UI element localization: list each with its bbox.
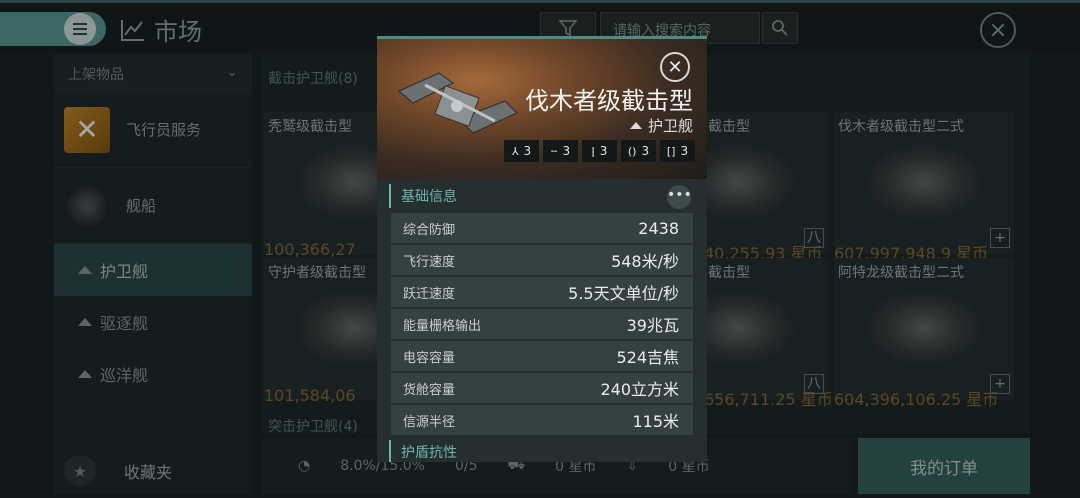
turret-icon: ⅄ 3 [504,140,539,162]
stat-label: 电容容量 [403,350,456,366]
ship-detail-modal: ✕ 伐木者级截击型 护卫舰 ⅄ 3 ╌ 3 ǀ3 () 3 [] 3 基础信息 ••• … [377,36,707,462]
slot-count: 3 [562,144,571,158]
stat-label: 信源半径 [403,414,456,430]
ship-class: 护卫舰 [629,115,693,136]
low-slot-icon: [] 3 [660,140,695,162]
stat-label: 能量栅格输出 [403,318,482,334]
mid-slot-icon: () 3 [621,140,656,162]
stat-value: 2438 [638,218,679,238]
more-options-icon[interactable]: ••• [667,185,692,209]
stat-value: 5.5天文单位/秒 [568,284,679,303]
slot-count: 3 [523,144,532,158]
stat-row: 电容容量 524吉焦 [391,341,693,371]
stats-list: 综合防御 2438 飞行速度 548米/秒 跃迁速度 5.5天文单位/秒 能量栅格输出… [391,213,693,437]
slot-count: 3 [599,144,608,158]
stat-row: 能量栅格输出 39兆瓦 [391,309,693,339]
section-shield-resistance: 护盾抗性 [389,440,457,462]
stat-label: 货舱容量 [403,382,456,398]
close-icon[interactable]: ✕ [660,52,690,82]
ship-class-label: 护卫舰 [647,117,693,135]
stat-value: 115米 [632,412,679,431]
stat-label: 跃迁速度 [403,286,456,302]
stat-label: 飞行速度 [403,254,456,270]
ship-render-image [398,72,518,134]
frigate-class-icon [629,122,642,129]
stat-value: 39兆瓦 [626,316,679,335]
high-slot-icon: ǀ3 [582,140,617,162]
slot-count: 3 [680,144,689,158]
fitting-slots: ⅄ 3 ╌ 3 ǀ3 () 3 [] 3 [504,140,695,162]
launcher-icon: ╌ 3 [543,140,578,162]
ship-hero-banner: ✕ 伐木者级截击型 护卫舰 ⅄ 3 ╌ 3 ǀ3 () 3 [] 3 [377,39,707,179]
stat-row: 综合防御 2438 [391,213,693,243]
stat-row: 跃迁速度 5.5天文单位/秒 [391,277,693,307]
stat-row: 信源半径 115米 [391,405,693,435]
stat-value: 240立方米 [600,380,679,399]
stat-label: 综合防御 [403,222,456,238]
slot-count: 3 [641,144,650,158]
ship-name: 伐木者级截击型 [525,87,693,115]
stat-row: 飞行速度 548米/秒 [391,245,693,275]
section-basic-info: 基础信息 [389,184,457,208]
stat-row: 货舱容量 240立方米 [391,373,693,403]
stat-value: 548米/秒 [611,252,679,271]
stat-value: 524吉焦 [616,348,679,367]
